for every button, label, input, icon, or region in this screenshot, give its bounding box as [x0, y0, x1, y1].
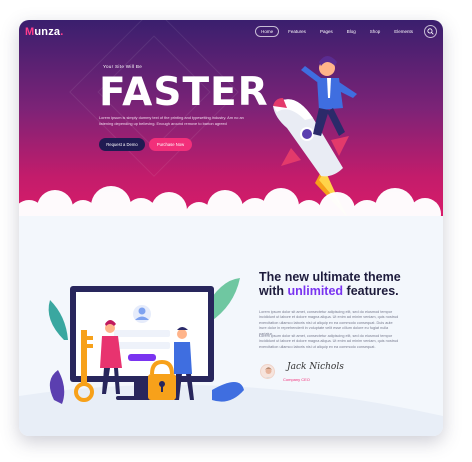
feature-paragraph-1: Lorem ipsum dolor sit amet, consectetur … [259, 310, 399, 336]
hero-tagline: Your Site Will Be [103, 64, 143, 69]
logo-initial: M [25, 26, 35, 38]
nav-item-elements[interactable]: Elements [389, 27, 418, 36]
heading-with: with [259, 284, 284, 298]
browser-frame: Munza. Home Features Pages Blog Shop Ele… [19, 20, 443, 436]
top-navigation: Munza. Home Features Pages Blog Shop Ele… [19, 20, 443, 44]
author-avatar [260, 364, 275, 379]
logo-dot: . [60, 26, 64, 38]
security-illustration [48, 278, 244, 404]
brand-logo[interactable]: Munza. [25, 26, 64, 38]
nav-item-blog[interactable]: Blog [342, 27, 361, 36]
clouds-decor [19, 186, 441, 216]
search-icon [427, 28, 434, 35]
search-button[interactable] [424, 25, 437, 38]
feature-heading: The new ultimate theme with unlimited fe… [259, 270, 401, 298]
nav-item-pages[interactable]: Pages [315, 27, 338, 36]
feature-paragraph-2: Lorem ipsum dolor sit amet, consectetur … [259, 334, 399, 349]
hero-headline: FASTER [99, 70, 269, 115]
hero-section: Munza. Home Features Pages Blog Shop Ele… [19, 20, 443, 216]
hero-description: Lorem ipsum is simply dummy text of the … [99, 115, 244, 126]
purchase-now-button[interactable]: Purchase Now [149, 138, 192, 151]
heading-line-2: with unlimited features. [259, 284, 401, 298]
request-demo-button[interactable]: Request a Demo [99, 138, 145, 151]
author-signature: Jack Nichols [287, 362, 344, 372]
heading-tail: features. [346, 284, 399, 298]
nav-item-features[interactable]: Features [283, 27, 311, 36]
heading-accent: unlimited [287, 284, 344, 298]
logo-text: unza [34, 26, 61, 38]
nav-menu: Home Features Pages Blog Shop Elements [255, 25, 437, 38]
nav-item-shop[interactable]: Shop [365, 27, 386, 36]
nav-item-home[interactable]: Home [255, 26, 280, 37]
author-role: Company CEO [283, 377, 310, 382]
heading-line-1: The new ultimate theme [259, 270, 401, 284]
